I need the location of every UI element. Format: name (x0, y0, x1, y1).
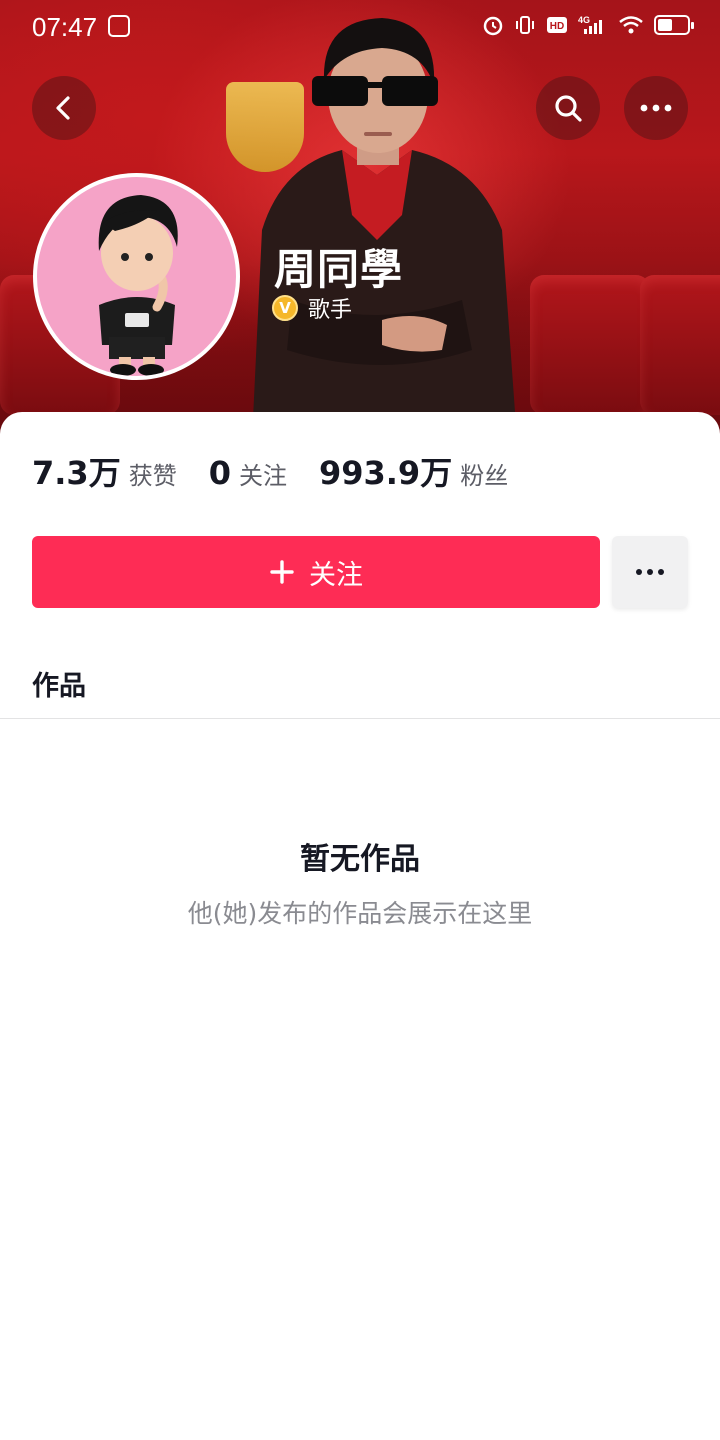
banner-seat (530, 275, 650, 415)
stat-following-label: 关注 (238, 462, 287, 490)
verified-badge-icon: V (272, 295, 298, 321)
profile-more-button[interactable] (612, 536, 688, 608)
stat-followers-label: 粉丝 (460, 462, 509, 490)
more-horizontal-icon (636, 569, 664, 575)
more-horizontal-icon (640, 104, 672, 112)
svg-text:4G: 4G (578, 15, 590, 25)
verified-label: 歌手 (308, 298, 353, 323)
banner-seat (640, 275, 720, 415)
hd-icon: HD (547, 17, 567, 33)
stat-likes[interactable]: 7.3万 获赞 (32, 448, 177, 494)
stat-likes-label: 获赞 (128, 462, 177, 490)
search-icon (555, 95, 582, 122)
plus-icon (270, 560, 294, 584)
chevron-left-icon (56, 96, 70, 120)
profile-name: 周同學 (274, 245, 404, 294)
tab-divider (0, 718, 720, 719)
avatar[interactable] (33, 173, 240, 380)
status-bar: 07:47 HD 4G (0, 0, 720, 56)
stat-following[interactable]: 0 关注 (209, 454, 287, 492)
follow-label: 关注 (309, 559, 363, 591)
screenshot-icon (108, 15, 130, 37)
profile-content: 7.3万 获赞 0 关注 993.9万 粉丝 关注 作品 暂无作品 他(她)发布… (0, 412, 720, 1440)
search-button[interactable] (536, 76, 600, 140)
4g-signal-icon: 4G (578, 15, 602, 34)
status-icons: HD 4G (482, 14, 694, 36)
wifi-icon (619, 16, 643, 34)
empty-state-title: 暂无作品 (300, 842, 420, 877)
stat-following-value: 0 (208, 454, 231, 492)
more-options-button[interactable] (624, 76, 688, 140)
status-time: 07:47 (32, 12, 98, 42)
banner-person-image (252, 18, 517, 440)
tab-works[interactable]: 作品 (32, 664, 86, 703)
stat-followers[interactable]: 993.9万 粉丝 (319, 448, 508, 494)
stat-likes-value: 7.3万 (32, 454, 121, 492)
profile-stats: 7.3万 获赞 0 关注 993.9万 粉丝 (32, 448, 540, 494)
back-button[interactable] (32, 76, 96, 140)
alarm-icon (483, 16, 503, 36)
verified-row: V 歌手 (272, 292, 352, 324)
follow-button[interactable]: 关注 (32, 536, 600, 608)
vibrate-icon (516, 16, 534, 34)
avatar-image (98, 195, 178, 376)
svg-text:HD: HD (550, 21, 564, 32)
empty-state-subtitle: 他(她)发布的作品会展示在这里 (187, 899, 533, 928)
battery-icon (654, 15, 694, 35)
stat-followers-value: 993.9万 (318, 454, 453, 492)
